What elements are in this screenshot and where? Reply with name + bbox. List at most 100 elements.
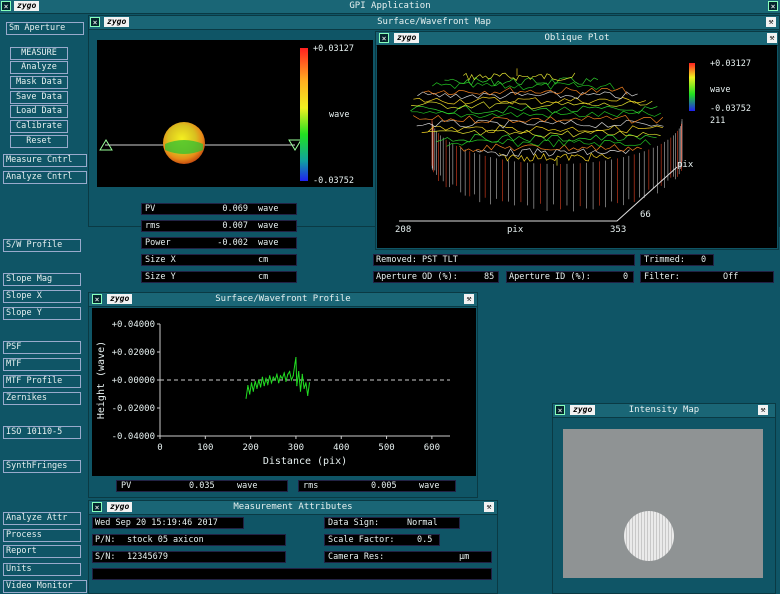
surface-map-canvas: +0.03127 wave -0.03752 (97, 40, 373, 187)
wrench-icon[interactable]: ⚒ (484, 502, 494, 512)
profile-data-point (245, 397, 247, 399)
sidebar-top-button[interactable]: Save Data (10, 91, 68, 104)
oblique-y-max: 211 (710, 116, 726, 126)
sidebar-item[interactable]: PSF (3, 341, 81, 354)
profile-data-point (308, 382, 311, 384)
profile-data-point (301, 373, 303, 375)
sidebar-item[interactable]: SynthFringes (3, 460, 81, 473)
sidebar-item[interactable]: Process (3, 529, 81, 542)
zygo-logo: zygo (104, 17, 130, 27)
date-field: Wed Sep 20 15:19:46 2017 (92, 517, 244, 529)
sidebar-top-button[interactable]: Analyze (10, 61, 68, 74)
oblique-colorbar-max: +0.03127 (710, 59, 751, 69)
filter-field[interactable]: Filter: Off (640, 271, 774, 283)
oblique-x-max: 353 (610, 225, 627, 235)
oblique-surface-line (411, 100, 653, 110)
x-axis-label: Distance (pix) (263, 456, 347, 467)
surface-map-title: Surface/Wavefront Map (89, 16, 779, 30)
profile-data-point (287, 373, 289, 375)
colorbar-min: -0.03752 (313, 176, 354, 186)
profile-data-point (295, 357, 297, 359)
sidebar-item[interactable]: S/W Profile (3, 239, 81, 252)
sidebar-item[interactable]: Slope X (3, 290, 81, 303)
aperture-button[interactable]: Sm Aperture (6, 22, 84, 35)
oblique-colorbar (689, 63, 695, 111)
profile-data-point (285, 380, 287, 382)
wrench-icon[interactable]: ⚒ (464, 294, 474, 304)
wrench-icon[interactable]: ⚒ (766, 17, 776, 27)
profile-data-point (278, 382, 280, 384)
oblique-plot-title: Oblique Plot (376, 32, 778, 46)
x-tick-label: 0 (157, 443, 162, 453)
sn-field[interactable]: S/N: 12345679 (92, 551, 286, 563)
sidebar-top-button[interactable]: Mask Data (10, 76, 68, 89)
x-tick-label: 100 (197, 443, 213, 453)
profile-pv-field: PV 0.035 wave (116, 480, 288, 492)
oblique-surface-line (431, 81, 615, 91)
surface-stat-field: rms 0.007 wave (141, 220, 297, 232)
oblique-surface-line (417, 91, 638, 100)
sidebar-item[interactable]: MTF (3, 358, 81, 371)
sidebar-item[interactable]: Analyze Attr (3, 512, 81, 525)
surface-stat-field: PV 0.069 wave (141, 203, 297, 215)
measurement-attributes-title: Measurement Attributes (89, 501, 497, 515)
oblique-surface-line (498, 152, 611, 162)
notes-field[interactable] (92, 568, 492, 580)
sidebar-top-button[interactable]: Reset (10, 135, 68, 148)
y-tick-label: +0.04000 (112, 320, 155, 330)
colorbar-max: +0.03127 (313, 44, 354, 54)
wrench-icon[interactable]: ⚒ (767, 33, 777, 43)
sidebar-item[interactable]: Slope Y (3, 307, 81, 320)
profile-data-point (299, 390, 302, 392)
profile-data-point (296, 385, 298, 387)
minimize-icon[interactable]: × (768, 1, 778, 11)
oblique-plot-graphic (399, 63, 695, 222)
x-tick-label: 400 (333, 443, 349, 453)
close-icon[interactable]: × (379, 33, 389, 43)
y-axis-label: Height (wave) (96, 341, 107, 419)
sidebar-top-button[interactable]: Load Data (10, 105, 68, 118)
oblique-y-min: 66 (640, 210, 651, 220)
oblique-plot-canvas: +0.03127 wave -0.03752 211 pix 66 208 pi… (377, 45, 777, 248)
aperture-id-field[interactable]: Aperture ID (%): 0 (506, 271, 634, 283)
sidebar-item[interactable]: Analyze Cntrl (3, 171, 87, 184)
profile-data-point (272, 376, 274, 378)
oblique-surface-line (413, 114, 664, 124)
app-title-bar: GPI Application (0, 0, 780, 14)
pn-field[interactable]: P/N: stock 05 axicon (92, 534, 286, 546)
profile-data-point (256, 387, 258, 389)
close-icon[interactable]: × (555, 405, 565, 415)
close-icon[interactable]: × (1, 1, 11, 11)
profile-data-point (250, 382, 253, 384)
sidebar-item[interactable]: Units (3, 563, 81, 576)
sidebar-item[interactable]: Slope Mag (3, 273, 81, 286)
app-title: GPI Application (349, 1, 431, 11)
sidebar-item[interactable]: Zernikes (3, 392, 81, 405)
sidebar-top-button[interactable]: MEASURE (10, 47, 68, 60)
sidebar-item[interactable]: ISO 10110-5 (3, 426, 81, 439)
close-icon[interactable]: × (90, 17, 100, 27)
surface-stat-field: Size Xcm (141, 254, 297, 266)
profile-data-point (294, 362, 296, 364)
sidebar-item[interactable]: Report (3, 545, 81, 558)
close-icon[interactable]: × (92, 294, 102, 304)
sidebar-top-button[interactable]: Calibrate (10, 120, 68, 133)
oblique-colorbar-min: -0.03752 (710, 104, 751, 114)
surface-stat-field: Power -0.002 wave (141, 237, 297, 249)
zygo-logo: zygo (14, 1, 40, 11)
profile-data-point (265, 378, 267, 380)
profile-data-point (249, 393, 251, 395)
aperture-od-field[interactable]: Aperture OD (%): 85 (373, 271, 499, 283)
y-tick-label: +0.00000 (112, 376, 155, 386)
profile-data-point (254, 380, 256, 382)
sidebar-item[interactable]: Video Monitor (3, 580, 87, 593)
sidebar-item[interactable]: MTF Profile (3, 375, 81, 388)
profile-data-point (274, 379, 276, 381)
close-icon[interactable]: × (92, 502, 102, 512)
sidebar-item[interactable]: Measure Cntrl (3, 154, 87, 167)
wrench-icon[interactable]: ⚒ (758, 405, 768, 415)
trimmed-field: Trimmed: 0 (640, 254, 714, 266)
profile-data-point (283, 372, 285, 374)
oblique-x-label: pix (507, 225, 524, 235)
profile-data-point (307, 394, 309, 396)
